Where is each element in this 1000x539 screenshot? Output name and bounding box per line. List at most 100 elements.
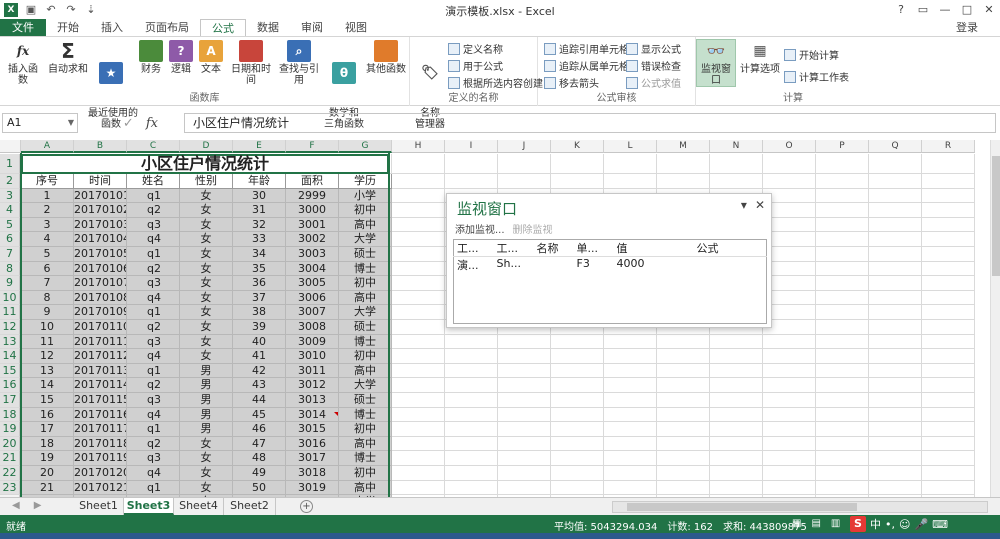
insert-function-icon[interactable]: fx [146, 116, 158, 131]
grid-cell[interactable] [392, 466, 445, 481]
grid-cell[interactable] [869, 276, 922, 291]
watch-col-value[interactable]: 值 [613, 239, 694, 257]
row-header[interactable]: 12 [0, 320, 20, 335]
grid-cell[interactable] [551, 451, 604, 466]
grid-cell[interactable] [922, 305, 975, 320]
grid-cell[interactable] [392, 436, 445, 452]
grid-cell[interactable]: 3002 [286, 232, 339, 247]
grid-cell[interactable] [816, 154, 869, 174]
grid-cell[interactable] [816, 480, 869, 496]
grid-cell[interactable]: 45 [233, 407, 286, 423]
grid-cell[interactable]: 20170105 [74, 247, 127, 262]
grid-cell[interactable] [445, 174, 498, 189]
grid-cell[interactable] [551, 422, 604, 437]
grid-cell[interactable]: 20170106 [74, 261, 127, 277]
grid-cell[interactable]: 3007 [286, 305, 339, 320]
grid-cell[interactable]: 时间 [74, 174, 127, 189]
watch-col-formula[interactable]: 公式 [693, 239, 767, 257]
grid-cell[interactable] [869, 154, 922, 174]
grid-cell[interactable] [816, 174, 869, 189]
grid-cell[interactable] [657, 378, 710, 393]
grid-cell[interactable] [710, 422, 763, 437]
cancel-icon[interactable]: ✕ [100, 116, 111, 131]
grid-cell[interactable] [657, 334, 710, 350]
grid-cell[interactable]: 10 [21, 320, 74, 335]
grid-cell[interactable] [551, 378, 604, 393]
grid-cell[interactable] [657, 154, 710, 174]
grid-cell[interactable] [816, 247, 869, 262]
row-header[interactable]: 3 [0, 188, 20, 204]
grid-cell[interactable]: 高中 [339, 436, 392, 452]
column-header[interactable]: J [498, 140, 551, 153]
minimize-icon[interactable]: — [934, 0, 956, 19]
normal-view-icon[interactable]: ▦ [792, 518, 801, 529]
grid-cell[interactable]: 43 [233, 378, 286, 393]
grid-cell[interactable]: 20170115 [74, 393, 127, 408]
grid-cell[interactable] [710, 451, 763, 466]
grid-cell[interactable] [498, 363, 551, 379]
vertical-scrollbar[interactable] [990, 140, 1000, 497]
grid-cell[interactable]: 3018 [286, 466, 339, 481]
grid-cell[interactable] [869, 217, 922, 233]
watch-window-button[interactable]: 👓 监视窗口 [696, 39, 736, 87]
grid-cell[interactable] [392, 320, 445, 335]
grid-cell[interactable]: 19 [21, 451, 74, 466]
grid-cell[interactable] [763, 451, 816, 466]
grid-cell[interactable]: 女 [180, 320, 233, 335]
column-header[interactable]: L [604, 140, 657, 153]
grid-cell[interactable]: q1 [127, 188, 180, 204]
grid-cell[interactable] [816, 422, 869, 437]
grid-cell[interactable]: 49 [233, 466, 286, 481]
grid-cell[interactable] [816, 393, 869, 408]
grid-cell[interactable]: 学历 [339, 174, 392, 189]
grid-cell[interactable]: 20170101 [74, 188, 127, 204]
grid-cell[interactable]: q3 [127, 217, 180, 233]
sheet-next-icon[interactable]: ▶ [34, 500, 42, 511]
grid-cell[interactable]: 女 [180, 349, 233, 364]
grid-cell[interactable] [816, 466, 869, 481]
grid-cell[interactable] [763, 363, 816, 379]
trace-dependents-button[interactable]: 追踪从属单元格 [544, 58, 629, 73]
sheet-tab-sheet2[interactable]: Sheet2 [224, 498, 276, 515]
maximize-icon[interactable]: □ [956, 0, 978, 19]
grid-cell[interactable] [657, 466, 710, 481]
grid-cell[interactable]: 34 [233, 247, 286, 262]
grid-cell[interactable] [816, 334, 869, 350]
grid-cell[interactable]: 16 [21, 407, 74, 423]
enter-icon[interactable]: ✓ [123, 116, 134, 131]
grid-cell[interactable] [710, 154, 763, 174]
grid-cell[interactable] [392, 334, 445, 350]
row-header[interactable]: 20 [0, 436, 20, 452]
grid-cell[interactable] [604, 407, 657, 423]
grid-cell[interactable] [498, 466, 551, 481]
comment-indicator-icon[interactable] [334, 412, 338, 416]
tab-formulas[interactable]: 公式 [200, 19, 246, 36]
grid-cell[interactable]: 20170110 [74, 320, 127, 335]
grid-cell[interactable]: 20170108 [74, 290, 127, 306]
ime-emoji-icon[interactable]: ☺ [899, 518, 910, 531]
grid-cell[interactable]: 44 [233, 393, 286, 408]
column-header[interactable]: E [233, 140, 286, 153]
grid-cell[interactable] [445, 393, 498, 408]
grid-cell[interactable]: 面积 [286, 174, 339, 189]
grid-cell[interactable]: 20 [21, 466, 74, 481]
grid-cell[interactable] [604, 466, 657, 481]
grid-cell[interactable] [869, 436, 922, 452]
grid-cell[interactable]: 20170116 [74, 407, 127, 423]
grid-cell[interactable] [445, 154, 498, 174]
grid-cell[interactable]: 序号 [21, 174, 74, 189]
grid-cell[interactable]: q4 [127, 466, 180, 481]
grid-cell[interactable] [498, 436, 551, 452]
row-header[interactable]: 9 [0, 276, 20, 291]
undo-icon[interactable]: ↶ [44, 3, 58, 17]
grid-cell[interactable] [816, 407, 869, 423]
grid-cell[interactable]: 20170111 [74, 334, 127, 350]
calculate-sheet-button[interactable]: 计算工作表 [784, 69, 849, 84]
grid-cell[interactable] [922, 320, 975, 335]
lookup-button[interactable]: ⌕ 查找与引用 [276, 40, 322, 86]
grid-cell[interactable] [869, 466, 922, 481]
row-header[interactable]: 15 [0, 363, 20, 379]
watch-window-menu-icon[interactable]: ▾ [741, 198, 747, 212]
row-header[interactable]: 2 [0, 174, 20, 189]
row-header[interactable]: 1 [0, 154, 20, 174]
